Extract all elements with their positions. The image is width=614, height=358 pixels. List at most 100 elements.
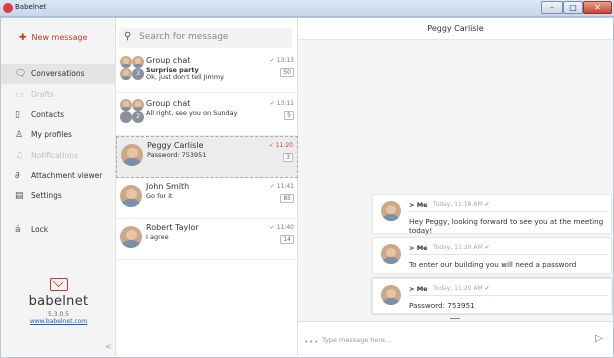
title-bar: Babelnet – □ ✕: [0, 0, 614, 17]
avatar: [381, 244, 401, 264]
message-bubble: > Me Today, 11:20 AM ✓ To enter our buil…: [372, 237, 612, 274]
conversation-name: Group chat: [146, 56, 191, 65]
conversation-time: ✓ 11:20: [268, 142, 293, 149]
message-divider: [409, 254, 607, 255]
message-count-badge: 50: [280, 68, 294, 77]
avatar: [381, 285, 401, 305]
avatar: [132, 56, 144, 68]
sidebar-item-label: Notifications: [31, 151, 78, 160]
sidebar: ✚ New message 🗨 Conversations ▭ Drafts ▯…: [1, 18, 116, 356]
conversation-name: John Smith: [146, 182, 190, 191]
conversation-preview: Go for it: [146, 192, 173, 200]
message-input[interactable]: Type message here...: [322, 336, 391, 344]
message-divider: [409, 295, 607, 296]
conversation-list-panel: ⚲ Search for message 3 Group chat Surpri…: [116, 18, 298, 356]
message-divider: [409, 211, 607, 212]
conversation-item[interactable]: 2 Group chat All right, see you on Sunda…: [116, 95, 298, 136]
sidebar-item-attachment-viewer[interactable]: ∂ Attachment viewer: [1, 166, 116, 186]
message-sender: > Me: [409, 201, 428, 209]
new-message-button[interactable]: ✚ New message: [19, 33, 88, 43]
search-placeholder: Search for message: [139, 32, 229, 42]
message-sender: > Me: [409, 285, 428, 293]
sidebar-item-label: Attachment viewer: [31, 171, 103, 180]
conversation-preview: All right, see you on Sunday: [146, 109, 238, 117]
maximize-button[interactable]: □: [563, 1, 583, 14]
conversation-item[interactable]: 3 Group chat Surprise party Ok, just don…: [116, 52, 298, 93]
message-count-badge: 85: [280, 194, 294, 203]
sidebar-item-label: My profiles: [31, 130, 72, 139]
conversation-preview: Password: 753951: [147, 151, 207, 159]
settings-icon: ▤: [15, 191, 24, 201]
paperclip-icon: ∂: [15, 171, 20, 181]
message-sender: > Me: [409, 244, 428, 252]
message-text: Hey Peggy, looking forward to see you at…: [409, 217, 604, 235]
app-version: 5.3.0.5: [48, 311, 69, 318]
bell-icon: ♫: [15, 151, 24, 161]
conversation-item[interactable]: John Smith Go for it ✓ 11:41 85: [116, 178, 298, 219]
avatar: [121, 144, 143, 166]
avatar: [381, 201, 401, 221]
sidebar-item-lock[interactable]: á Lock: [1, 220, 116, 240]
brand-block: babelnet 5.3.0.5 www.babelnet.com: [1, 278, 116, 325]
avatar: [120, 226, 142, 248]
avatar-placeholder: [120, 111, 132, 123]
message-text: To enter our building you will need a pa…: [409, 260, 577, 269]
conversation-time: ✓ 11:40: [269, 224, 294, 231]
profile-icon: ♙: [15, 130, 24, 140]
search-icon: ⚲: [124, 31, 132, 42]
app-icon: [3, 3, 13, 13]
conversation-time: ✓ 11:41: [269, 183, 294, 190]
sidebar-item-settings[interactable]: ▤ Settings: [1, 186, 116, 206]
conversations-icon: 🗨: [15, 69, 27, 79]
minimize-button[interactable]: –: [541, 1, 563, 14]
drafts-icon: ▭: [15, 90, 24, 100]
message-count-badge: 5: [284, 111, 294, 120]
more-options-button[interactable]: •••: [304, 338, 319, 346]
conversation-time: ✓ 13:11: [269, 100, 294, 107]
sidebar-item-label: Contacts: [31, 110, 65, 119]
search-input[interactable]: ⚲ Search for message: [119, 28, 292, 48]
message-time: Today, 11:20 AM ✓: [433, 285, 490, 292]
avatar: [120, 68, 132, 80]
sidebar-item-label: Lock: [31, 225, 49, 234]
website-link[interactable]: www.babelnet.com: [1, 318, 116, 325]
compose-icon: ✚: [19, 33, 27, 43]
message-time-text: Today, 11:18 AM: [433, 201, 483, 208]
avatar: [132, 99, 144, 111]
message-count-badge: 14: [280, 235, 294, 244]
conversation-item[interactable]: Robert Taylor I agree ✓ 11:40 14: [116, 219, 298, 260]
sidebar-item-notifications[interactable]: ♫ Notifications: [1, 146, 116, 166]
avatar: [120, 185, 142, 207]
contacts-icon: ▯: [15, 110, 20, 120]
babelnet-logo-icon: [49, 278, 68, 291]
brand-name: babelnet: [28, 294, 89, 309]
lock-icon: á: [15, 225, 21, 235]
sidebar-item-contacts[interactable]: ▯ Contacts: [1, 105, 116, 125]
conversation-time: ✓ 13:13: [269, 57, 294, 64]
chat-panel: Peggy Carlisle > Me Today, 11:18 AM ✓ He…: [298, 18, 613, 356]
message-time: Today, 11:18 AM ✓: [433, 201, 490, 208]
read-check-icon: ✓: [484, 201, 490, 208]
close-button[interactable]: ✕: [583, 1, 612, 14]
message-bubble: > Me Today, 11:20 AM ✓ Password: 753951: [372, 278, 612, 314]
sidebar-item-drafts[interactable]: ▭ Drafts: [1, 85, 116, 105]
message-time-text: Today, 11:20 AM: [433, 285, 483, 292]
message-count-badge: 3: [283, 153, 293, 162]
conversation-item-selected[interactable]: Peggy Carlisle Password: 753951 ✓ 11:20 …: [116, 136, 298, 178]
sidebar-item-label: Settings: [31, 191, 62, 200]
sidebar-item-label: Conversations: [31, 69, 85, 78]
chat-title: Peggy Carlisle: [298, 18, 613, 40]
send-button[interactable]: ▷: [595, 333, 603, 344]
conversation-name: Peggy Carlisle: [147, 141, 204, 150]
avatar: [120, 56, 132, 68]
sidebar-item-my-profiles[interactable]: ♙ My profiles: [1, 125, 116, 145]
message-time: Today, 11:20 AM ✓: [433, 244, 490, 251]
resize-grip[interactable]: [450, 318, 460, 319]
conversation-preview: I agree: [146, 233, 169, 241]
collapse-sidebar-button[interactable]: <: [105, 342, 112, 351]
conversation-name: Robert Taylor: [146, 223, 199, 232]
sidebar-item-conversations[interactable]: 🗨 Conversations: [1, 64, 116, 84]
group-count-badge: 3: [132, 68, 144, 80]
conversation-name: Group chat: [146, 99, 191, 108]
group-count-badge: 2: [132, 111, 144, 123]
